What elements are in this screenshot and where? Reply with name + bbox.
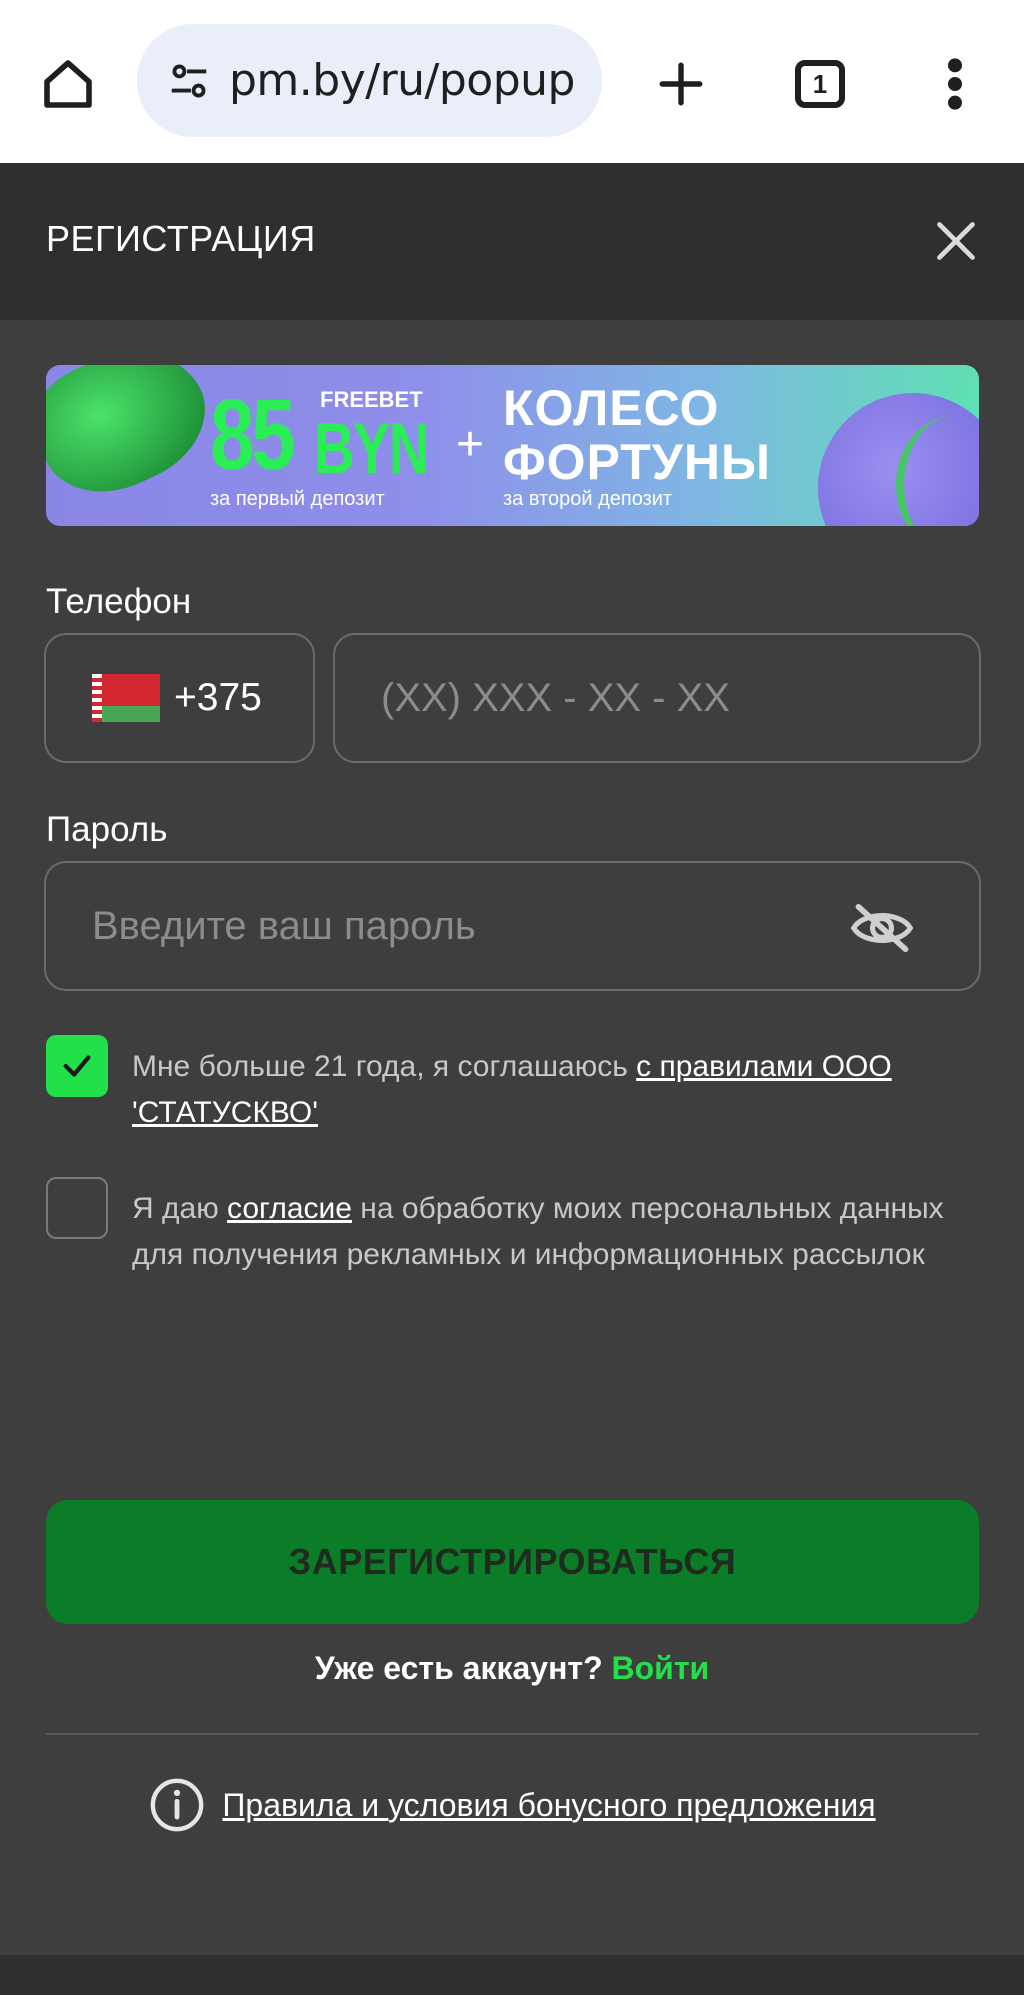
banner-plus: + (456, 418, 485, 471)
country-code-select[interactable]: +375 (44, 633, 315, 763)
tab-switcher-button[interactable]: 1 (786, 50, 854, 118)
registration-form: 85 BYN FREEBET за первый депозит + КОЛЕС… (0, 320, 1024, 1955)
banner-currency: BYN (314, 409, 429, 489)
marketing-consent-checkbox[interactable] (46, 1177, 108, 1239)
marketing-consent-text: Я даю согласие на обработку моих персона… (132, 1186, 952, 1278)
password-input[interactable] (44, 861, 981, 991)
plus-icon (659, 62, 703, 106)
modal-header: РЕГИСТРАЦИЯ (0, 163, 1024, 320)
age-agreement-checkbox[interactable] (46, 1035, 108, 1097)
home-icon (44, 60, 92, 108)
eye-off-icon (850, 903, 914, 953)
new-tab-button[interactable] (647, 50, 715, 118)
banner-second-sub: за второй депозит (503, 488, 673, 510)
close-button[interactable] (928, 213, 984, 269)
home-button[interactable] (34, 50, 102, 118)
password-label: Пароль (46, 810, 168, 849)
browser-toolbar: pm.by/ru/popup 1 (0, 0, 1024, 163)
bonus-rules-link[interactable]: Правила и условия бонусного предложения (222, 1787, 875, 1824)
more-vert-icon (948, 58, 962, 110)
close-icon (937, 222, 975, 260)
modal-title: РЕГИСТРАЦИЯ (46, 218, 316, 259)
toggle-password-visibility[interactable] (848, 900, 916, 956)
check-icon (63, 1055, 91, 1077)
address-bar[interactable]: pm.by/ru/popup (137, 24, 602, 137)
consent-label-before: Я даю (132, 1192, 228, 1225)
phone-label: Телефон (46, 582, 192, 621)
url-text: pm.by/ru/popup (229, 55, 575, 106)
banner-freebet: FREEBET (320, 387, 423, 412)
consent-link[interactable]: согласие (227, 1192, 352, 1225)
have-account-text: Уже есть аккаунт? (314, 1650, 612, 1686)
dial-code: +375 (174, 676, 262, 719)
tab-count: 1 (812, 68, 828, 99)
tabs-icon: 1 (795, 60, 845, 108)
browser-menu-button[interactable] (930, 50, 980, 118)
tune-icon[interactable] (159, 51, 219, 111)
banner-decoration (46, 365, 226, 515)
age-agreement-label: Мне больше 21 года, я соглашаюсь (132, 1050, 637, 1083)
divider (46, 1733, 979, 1735)
age-agreement-text: Мне больше 21 года, я соглашаюсь с прави… (132, 1044, 952, 1136)
flag-by-icon (92, 674, 160, 722)
banner-line1: КОЛЕСО (503, 380, 720, 436)
banner-line2: ФОРТУНЫ (503, 434, 771, 490)
phone-input[interactable] (333, 633, 981, 763)
bottom-strip (0, 1955, 1024, 1995)
login-prompt: Уже есть аккаунт? Войти (0, 1650, 1024, 1687)
promo-banner[interactable]: 85 BYN FREEBET за первый депозит + КОЛЕС… (46, 365, 979, 526)
bonus-rules-row: Правила и условия бонусного предложения (0, 1776, 1024, 1834)
banner-first-sub: за первый депозит (210, 488, 385, 510)
info-icon (151, 1778, 204, 1832)
banner-amount: 85 (210, 379, 296, 491)
login-link[interactable]: Войти (612, 1650, 710, 1686)
register-button[interactable]: ЗАРЕГИСТРИРОВАТЬСЯ (46, 1500, 979, 1624)
